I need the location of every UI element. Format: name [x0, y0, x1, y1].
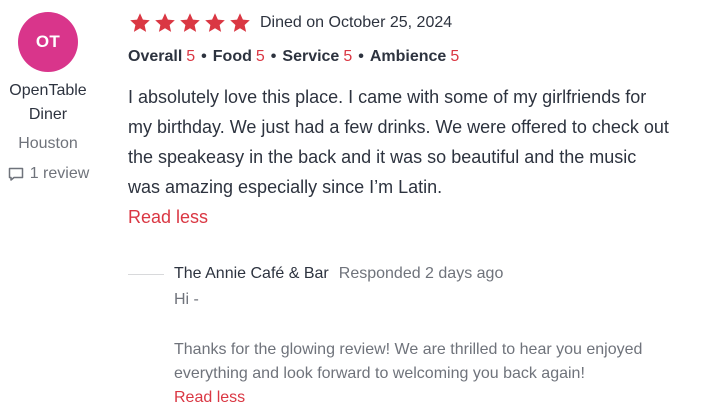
reviewer-name: OpenTable Diner	[9, 82, 87, 123]
reviewer-info: OT OpenTable Diner Houston 1 review	[0, 12, 96, 185]
review-card: OT OpenTable Diner Houston 1 review Dine…	[0, 0, 703, 415]
comment-icon	[7, 165, 25, 183]
avatar: OT	[18, 12, 78, 72]
response-time: Responded 2 days ago	[338, 265, 504, 282]
separator-dot: •	[270, 48, 277, 65]
dined-date: Dined on October 25, 2024	[260, 14, 453, 31]
star-icon	[205, 13, 225, 32]
rating-label-ambience: Ambience	[369, 48, 447, 65]
separator-dot: •	[358, 48, 364, 65]
response-greeting: Hi -	[174, 291, 199, 308]
response-header: The Annie Café & Bar Responded 2 days ag…	[128, 262, 688, 286]
category-ratings: Overall 5 • Food 5 • Service 5 • Ambience 5	[128, 46, 688, 68]
rating-label-service: Service	[282, 48, 340, 65]
review-text: I absolutely love this place. I came wit…	[128, 87, 669, 197]
rating-row: Dined on October 25, 2024	[128, 10, 688, 36]
rating-value-service: 5	[343, 48, 353, 65]
reviewer-review-count: 1 review	[7, 163, 90, 185]
review-content: Dined on October 25, 2024 Overall 5 • Food 5…	[128, 10, 688, 232]
review-count-label: 1 review	[29, 165, 90, 182]
rating-label-food: Food	[212, 48, 252, 65]
response-read-less-link[interactable]: Read less	[174, 386, 245, 410]
response-text: Thanks for the glowing review! We are th…	[174, 341, 643, 382]
star-icon	[130, 13, 150, 32]
restaurant-name: The Annie Café & Bar	[174, 265, 329, 282]
response-body: Hi - Thanks for the glowing review! We a…	[174, 288, 684, 386]
rating-label-overall: Overall	[128, 48, 183, 65]
star-icon	[155, 13, 175, 32]
read-less-link[interactable]: Read less	[128, 202, 208, 232]
rating-value-food: 5	[255, 48, 265, 65]
rating-value-ambience: 5	[450, 48, 460, 65]
star-rating	[128, 11, 252, 35]
star-icon	[180, 13, 200, 32]
restaurant-response: The Annie Café & Bar Responded 2 days ag…	[128, 262, 688, 410]
separator-dot: •	[201, 48, 207, 65]
reviewer-city: Houston	[18, 135, 78, 152]
response-divider	[128, 273, 164, 275]
star-icon	[230, 13, 250, 32]
rating-value-overall: 5	[186, 48, 196, 65]
